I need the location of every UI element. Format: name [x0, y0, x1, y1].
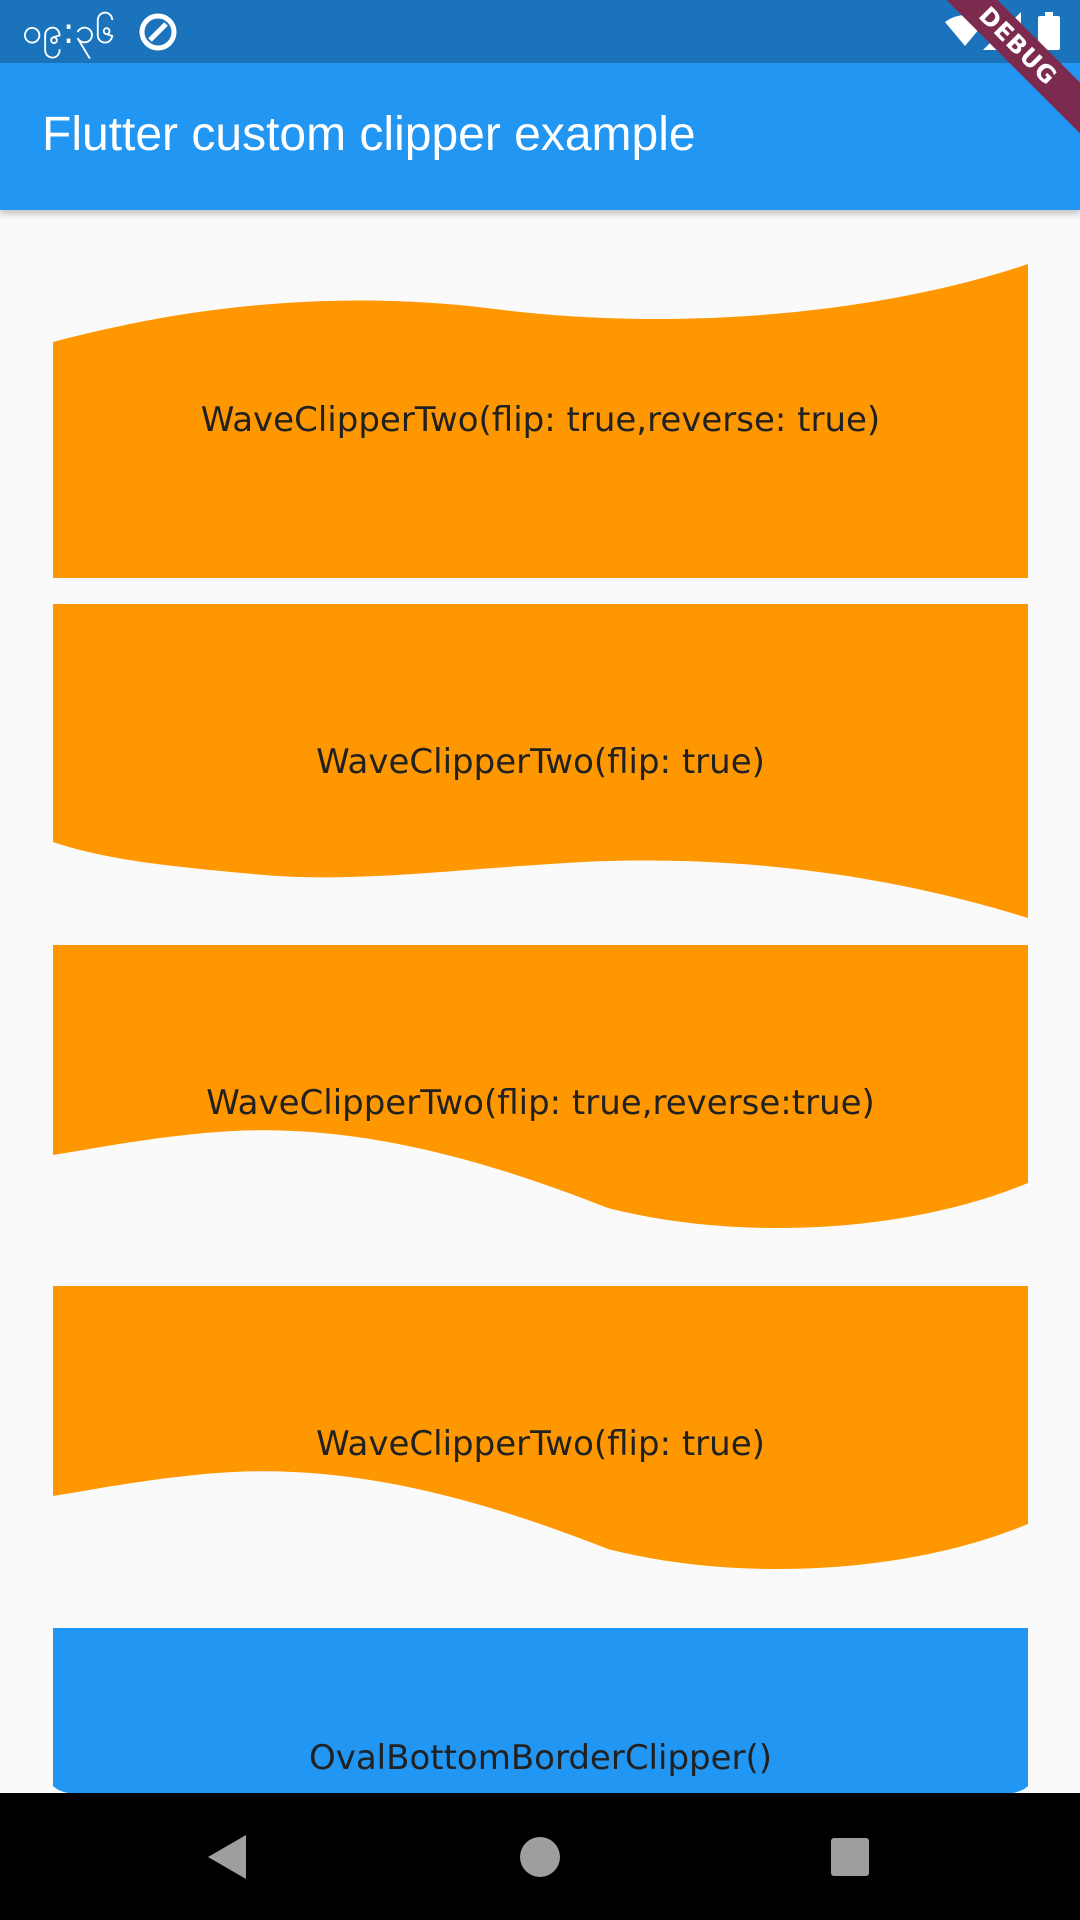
wave-clipper-card: WaveClipperTwo(flip: true): [53, 1286, 1028, 1570]
screen: ၀၉:၃၆ Flutter custom clipper example DEB…: [0, 0, 1080, 1920]
card-label: OvalBottomBorderClipper(): [308, 1738, 773, 1778]
card-label: WaveClipperTwo(flip: true): [316, 1424, 765, 1464]
card-label: WaveClipperTwo(flip: true,reverse:true): [206, 1083, 875, 1123]
navigation-bar: [0, 1793, 1080, 1920]
status-time: ၀၉:၃၆: [22, 11, 116, 52]
recents-icon[interactable]: [820, 1827, 880, 1887]
app-notification-icon: [139, 13, 177, 51]
app-bar: Flutter custom clipper example: [0, 63, 1080, 210]
card-label: WaveClipperTwo(flip: true,reverse: true): [200, 400, 881, 440]
wave-clipper-card: WaveClipperTwo(flip: true): [53, 604, 1028, 919]
wave-clipper-card: WaveClipperTwo(flip: true,reverse:true): [53, 945, 1028, 1229]
status-bar: ၀၉:၃၆: [0, 0, 1080, 63]
wave-clipper-card: WaveClipperTwo(flip: true,reverse: true): [53, 262, 1028, 578]
home-icon[interactable]: [510, 1827, 570, 1887]
oval-bottom-clipper-card: OvalBottomBorderClipper(): [53, 1628, 1028, 1793]
back-icon[interactable]: [196, 1827, 256, 1887]
app-bar-title: Flutter custom clipper example: [42, 108, 696, 161]
card-label: WaveClipperTwo(flip: true): [316, 742, 765, 782]
